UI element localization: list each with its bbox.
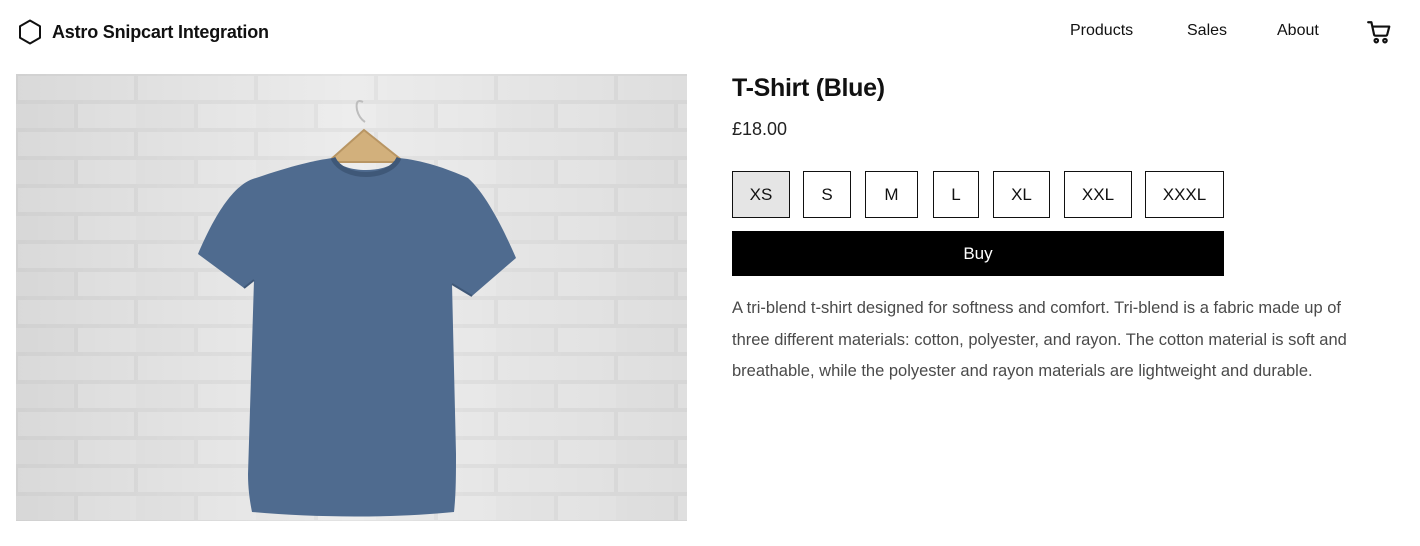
product-title: T-Shirt (Blue) (732, 74, 885, 102)
size-option-m[interactable]: M (865, 171, 918, 218)
size-option-l[interactable]: L (933, 171, 979, 218)
product-image (16, 74, 687, 521)
size-option-s[interactable]: S (803, 171, 851, 218)
nav-link-sales[interactable]: Sales (1187, 22, 1227, 40)
size-option-xxl[interactable]: XXL (1064, 171, 1132, 218)
brand-link[interactable]: Astro Snipcart Integration (18, 18, 269, 46)
hexagon-icon (18, 19, 42, 45)
nav-link-about[interactable]: About (1277, 22, 1319, 40)
buy-button[interactable]: Buy (732, 231, 1224, 276)
brand-name: Astro Snipcart Integration (52, 21, 269, 42)
size-option-xxxl[interactable]: XXXL (1145, 171, 1224, 218)
shopping-cart-icon[interactable] (1366, 19, 1392, 50)
size-option-xl[interactable]: XL (993, 171, 1050, 218)
site-header: Astro Snipcart Integration Products Sale… (0, 0, 1420, 64)
nav-link-products[interactable]: Products (1070, 22, 1133, 40)
product-price: £18.00 (732, 119, 788, 139)
product-description: A tri-blend t-shirt designed for softnes… (732, 299, 1347, 381)
size-option-xs[interactable]: XS (732, 171, 790, 218)
